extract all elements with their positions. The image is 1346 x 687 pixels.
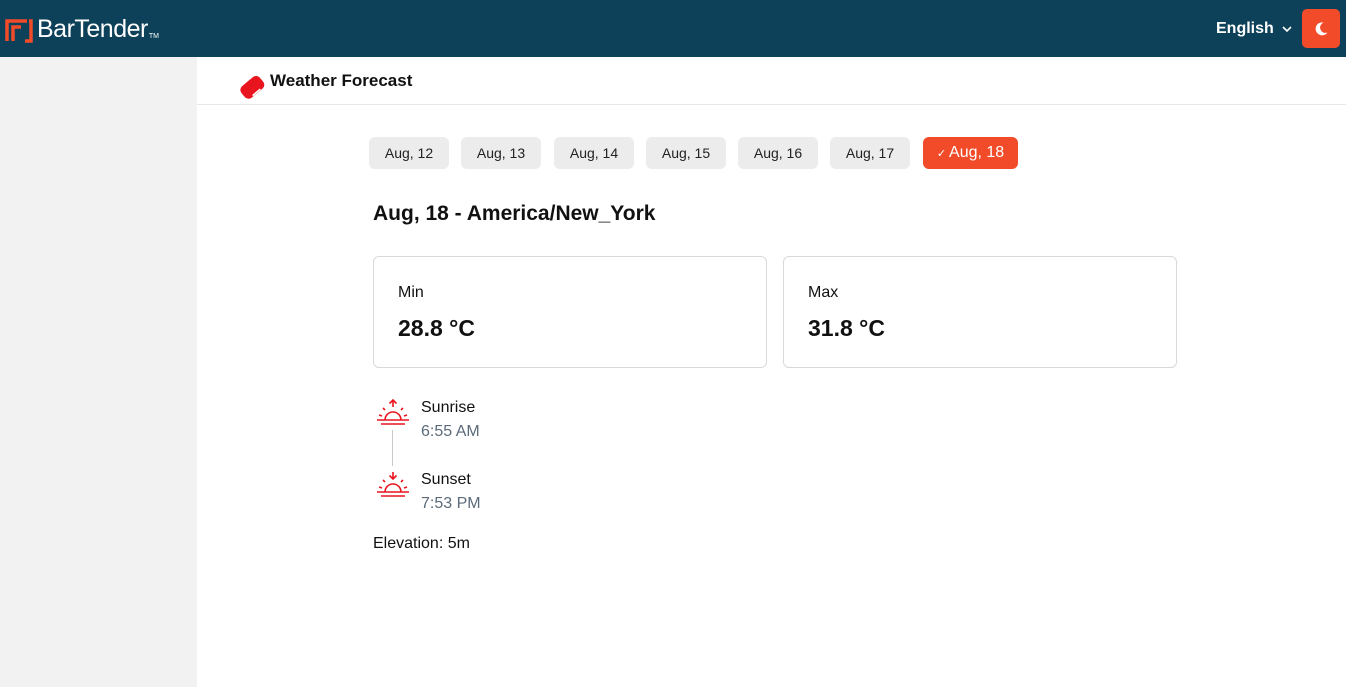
sunset-label: Sunset	[421, 471, 471, 488]
date-tab-label: Aug, 15	[661, 145, 711, 161]
bartender-logo[interactable]: BarTender TM	[5, 14, 159, 44]
date-tab-label: Aug, 14	[569, 145, 619, 161]
brand-trademark: TM	[148, 33, 159, 40]
date-tab-label: Aug, 18	[949, 144, 1005, 161]
timeline-connector	[392, 430, 393, 466]
date-tab-aug-14[interactable]: Aug, 14	[554, 137, 634, 169]
sunset-icon	[377, 472, 409, 497]
language-label: English	[1216, 20, 1274, 37]
min-temp-label: Min	[398, 284, 424, 301]
chevron-down-icon	[1282, 26, 1292, 33]
top-navbar: BarTender TM English	[0, 0, 1346, 57]
date-tab-label: Aug, 13	[476, 145, 526, 161]
check-icon: ✓	[936, 147, 947, 160]
bartender-logo-icon	[5, 19, 33, 43]
moon-icon	[1315, 21, 1328, 35]
date-tab-aug-18[interactable]: ✓ Aug, 18	[923, 137, 1018, 169]
brand-name: BarTender	[37, 15, 148, 43]
page-header: Weather Forecast	[197, 57, 1346, 105]
forecast-heading: Aug, 18 - America/New_York	[373, 202, 656, 225]
max-temp-value: 31.8 °C	[808, 315, 885, 341]
date-tab-aug-15[interactable]: Aug, 15	[646, 137, 726, 169]
sunrise-icon	[377, 399, 409, 425]
date-tab-label: Aug, 12	[384, 145, 434, 161]
elevation-text: Elevation: 5m	[373, 535, 470, 552]
date-tab-label: Aug, 16	[753, 145, 803, 161]
date-tab-aug-17[interactable]: Aug, 17	[830, 137, 910, 169]
sunrise-label: Sunrise	[421, 399, 476, 416]
min-temp-card: Min 28.8 °C	[373, 256, 767, 368]
date-tab-aug-12[interactable]: Aug, 12	[369, 137, 449, 169]
language-selector[interactable]: English	[1216, 19, 1292, 39]
date-tab-aug-16[interactable]: Aug, 16	[738, 137, 818, 169]
date-tab-label: Aug, 17	[845, 145, 895, 161]
page-title: Weather Forecast	[270, 71, 413, 90]
max-temp-label: Max	[808, 284, 839, 301]
theme-toggle-button[interactable]	[1302, 9, 1340, 48]
date-tab-aug-13[interactable]: Aug, 13	[461, 137, 541, 169]
sidebar	[0, 57, 197, 687]
sunset-time: 7:53 PM	[421, 495, 481, 512]
tag-icon	[240, 75, 265, 99]
max-temp-card: Max 31.8 °C	[783, 256, 1177, 368]
sunrise-time: 6:55 AM	[421, 423, 480, 440]
min-temp-value: 28.8 °C	[398, 315, 475, 341]
